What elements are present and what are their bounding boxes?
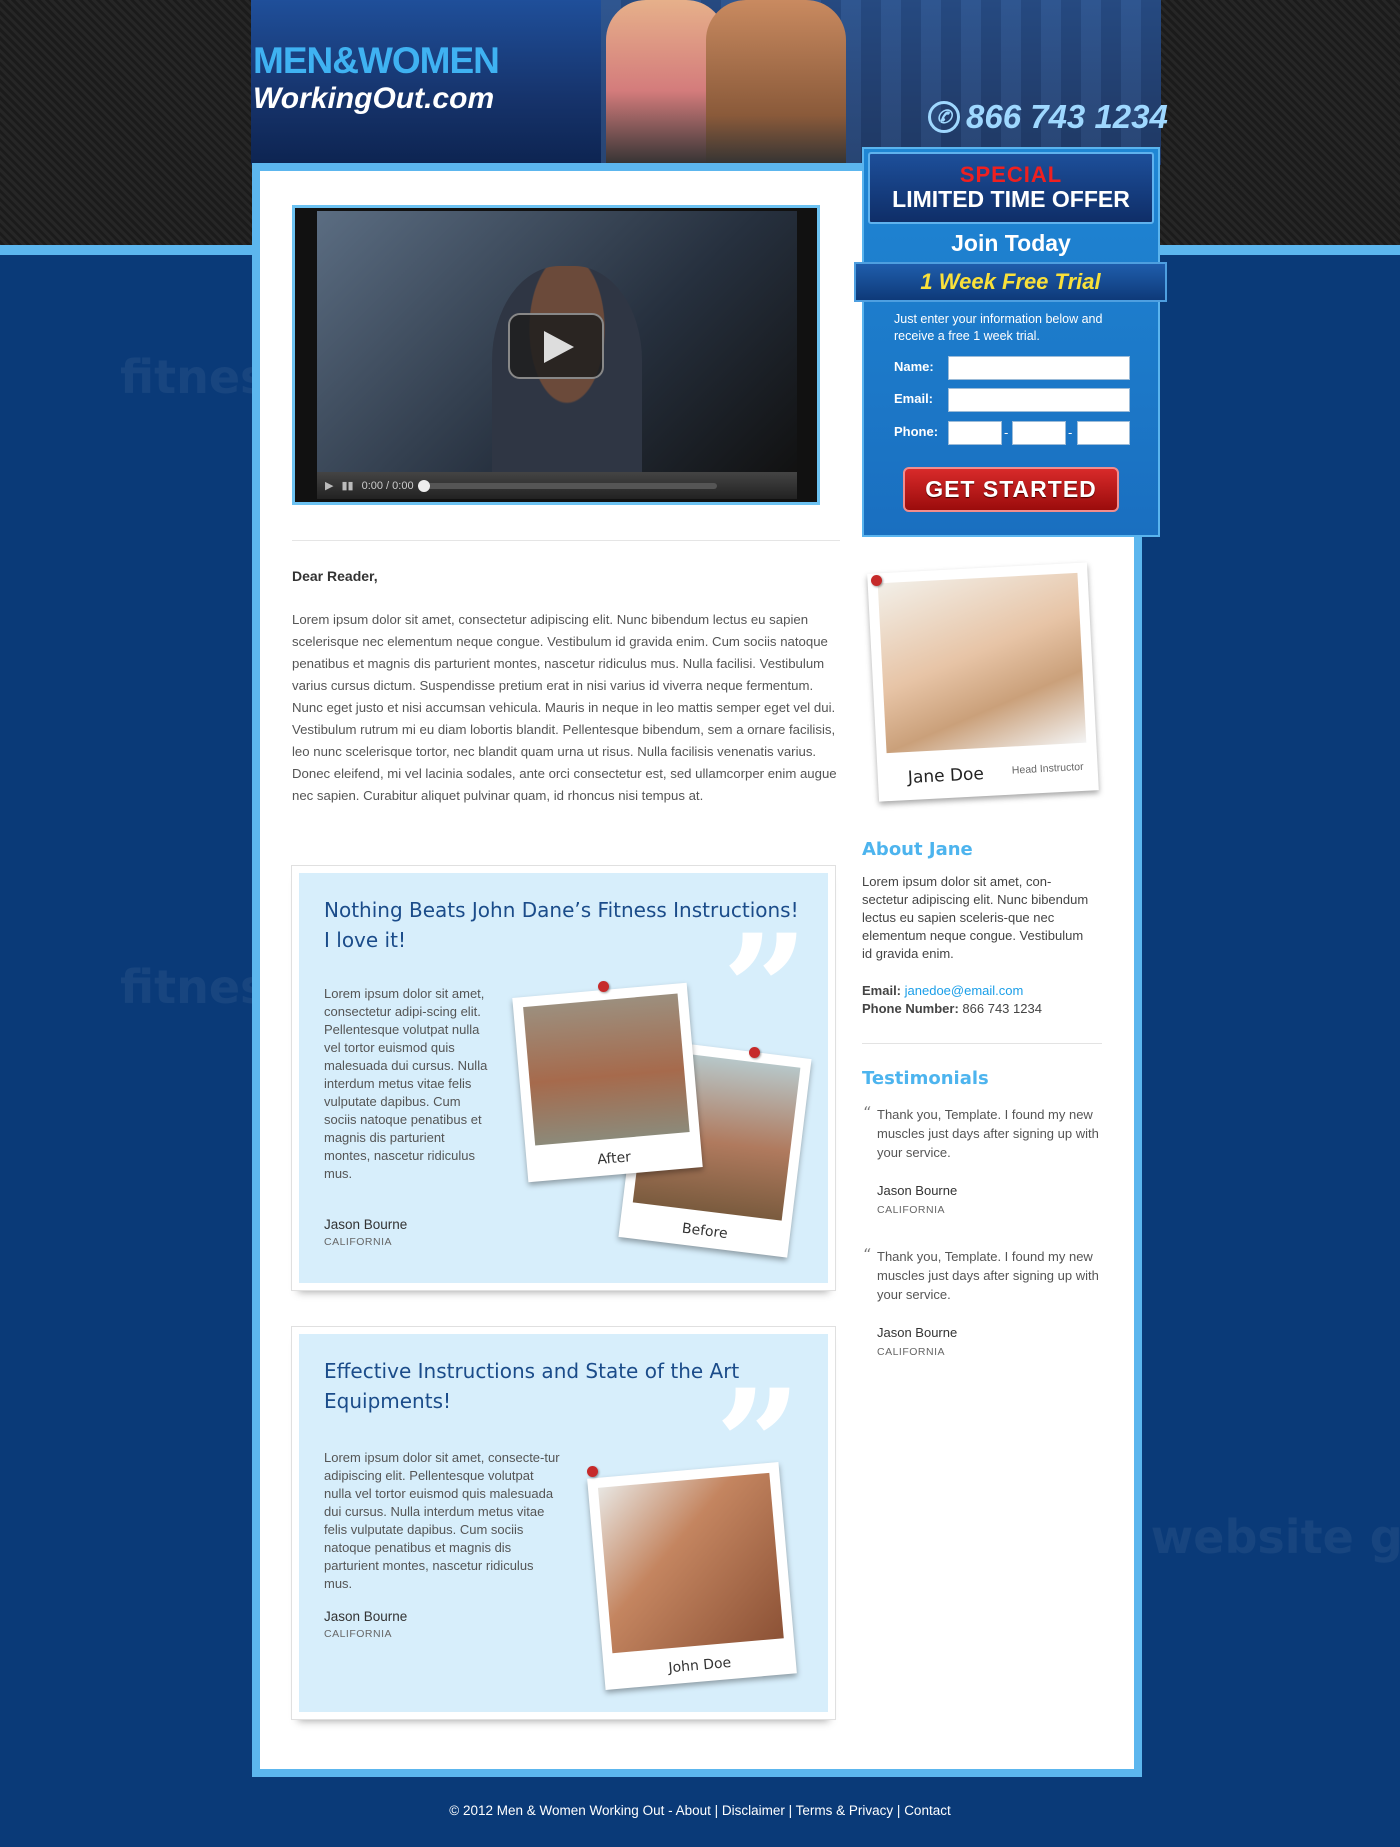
- john-doe-photo-image: [597, 1472, 784, 1654]
- offer-special: SPECIAL: [959, 162, 1063, 187]
- footer-sep: |: [710, 1803, 722, 1818]
- footer-sep: |: [784, 1803, 796, 1818]
- offer-join: Join Today: [951, 230, 1071, 256]
- testimonial-location: CALIFORNIA: [324, 1628, 393, 1640]
- footer-link-disclaimer[interactable]: Disclaimer: [722, 1803, 785, 1818]
- volume-icon[interactable]: ▮▮: [341, 479, 353, 492]
- header-phone-number: 866 743 1234: [966, 98, 1168, 135]
- seek-knob[interactable]: [417, 479, 430, 492]
- about-email-row: Email: janedoe@email.com: [862, 982, 1102, 1000]
- about-email-link[interactable]: janedoe@email.com: [905, 983, 1024, 998]
- phone-icon: ✆: [928, 101, 960, 133]
- testimonial-body: Lorem ipsum dolor sit amet, consectetur …: [324, 986, 488, 1181]
- letter-body: Lorem ipsum dolor sit amet, consectetur …: [292, 612, 837, 803]
- email-input[interactable]: [948, 388, 1130, 412]
- about-phone-row: Phone Number: 866 743 1234: [862, 1000, 1102, 1018]
- instructor-photo: Jane Doe Head Instructor: [867, 562, 1099, 802]
- pin-icon: [598, 981, 609, 992]
- about-phone-label: Phone Number:: [862, 1001, 959, 1016]
- pin-icon: [749, 1047, 760, 1058]
- phone-area-input[interactable]: [948, 421, 1002, 445]
- divider: [862, 1043, 1102, 1044]
- instructor-role: Head Instructor: [1011, 760, 1084, 777]
- video-time: 0:00 / 0:00: [361, 479, 414, 492]
- about-heading: About Jane: [862, 839, 973, 860]
- play-icon[interactable]: [508, 313, 604, 379]
- sidebar-testimonial-name: Jason Bourne: [877, 1325, 958, 1340]
- phone-separator: -: [1068, 425, 1073, 440]
- quote-mark-icon: ”: [722, 902, 809, 1078]
- divider: [292, 540, 840, 541]
- about-text: Lorem ipsum dolor sit amet, con-sectetur…: [862, 874, 1089, 961]
- logo-line2[interactable]: WorkingOut.com: [253, 82, 494, 116]
- name-label: Name:: [894, 359, 934, 374]
- phone-prefix-input[interactable]: [1012, 421, 1066, 445]
- quote-icon: “: [863, 1103, 872, 1122]
- phone-label: Phone:: [894, 424, 939, 439]
- testimonial-location: CALIFORNIA: [324, 1236, 393, 1248]
- offer-header: SPECIAL LIMITED TIME OFFER: [868, 152, 1154, 224]
- testimonial-name: Jason Bourne: [324, 1217, 408, 1232]
- pin-icon: [871, 575, 882, 586]
- sidebar-testimonial: “ Thank you, Template. I found my new mu…: [863, 1245, 1107, 1304]
- video-controls: ▶ ▮▮ 0:00 / 0:00: [317, 472, 797, 499]
- testimonial-name: Jason Bourne: [324, 1609, 408, 1624]
- pin-icon: [587, 1466, 598, 1477]
- john-doe-photo: John Doe: [587, 1462, 797, 1690]
- logo-line1[interactable]: MEN&WOMEN: [253, 40, 500, 82]
- testimonials-heading: Testimonials: [862, 1068, 989, 1089]
- testimonial-title: Effective Instructions and State of the …: [324, 1359, 740, 1413]
- header-phone: ✆ 866 743 1234: [928, 98, 1168, 136]
- footer-copyright: © 2012 Men & Women Working Out -: [449, 1803, 676, 1818]
- letter-salutation: Dear Reader,: [292, 568, 378, 584]
- quote-icon: “: [863, 1245, 872, 1264]
- footer-sep: |: [893, 1803, 905, 1818]
- name-input[interactable]: [948, 356, 1130, 380]
- offer-intro: Just enter your information below and re…: [894, 312, 1103, 343]
- video-player[interactable]: ▶ ▮▮ 0:00 / 0:00: [292, 205, 820, 505]
- footer-link-about[interactable]: About: [676, 1803, 711, 1818]
- offer-trial-ribbon: 1 Week Free Trial: [854, 262, 1167, 302]
- video-seek-bar[interactable]: [417, 479, 717, 492]
- after-photo-image: [523, 993, 690, 1146]
- man-image: [706, 0, 846, 165]
- about-phone: 866 743 1234: [962, 1001, 1042, 1016]
- footer-link-terms[interactable]: Terms & Privacy: [796, 1803, 894, 1818]
- sidebar-testimonial: “ Thank you, Template. I found my new mu…: [863, 1103, 1107, 1162]
- sidebar-testimonial-quote: Thank you, Template. I found my new musc…: [877, 1107, 1099, 1160]
- footer: © 2012 Men & Women Working Out - About |…: [0, 1803, 1400, 1818]
- sidebar-testimonial-quote: Thank you, Template. I found my new musc…: [877, 1249, 1099, 1302]
- play-small-icon[interactable]: ▶: [325, 479, 333, 492]
- sidebar-testimonial-name: Jason Bourne: [877, 1183, 958, 1198]
- footer-link-contact[interactable]: Contact: [904, 1803, 951, 1818]
- sidebar-testimonial-location: CALIFORNIA: [877, 1204, 946, 1216]
- sidebar-testimonial-location: CALIFORNIA: [877, 1346, 946, 1358]
- phone-line-input[interactable]: [1077, 421, 1130, 445]
- about-email-label: Email:: [862, 983, 902, 998]
- get-started-button[interactable]: GET STARTED: [903, 467, 1119, 512]
- instructor-name: Jane Doe: [907, 764, 985, 789]
- phone-separator: -: [1004, 425, 1009, 440]
- instructor-photo-image: [877, 572, 1087, 754]
- testimonial-body: Lorem ipsum dolor sit amet, consecte-tur…: [324, 1450, 560, 1591]
- after-photo: After: [512, 982, 703, 1183]
- email-label: Email:: [894, 391, 934, 406]
- offer-headline: LIMITED TIME OFFER: [892, 186, 1130, 212]
